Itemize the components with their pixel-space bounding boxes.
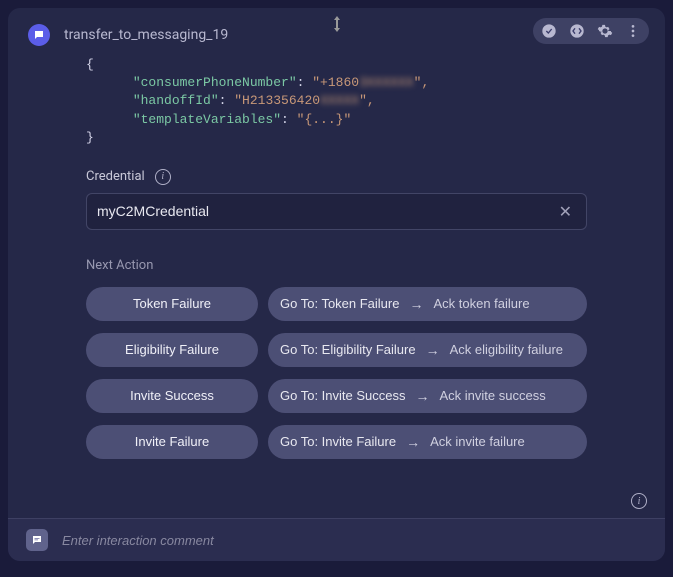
action-goto-button[interactable]: Go To: Invite Failure → Ack invite failu… — [268, 425, 587, 459]
action-name-button[interactable]: Eligibility Failure — [86, 333, 258, 367]
credential-input-wrap: ✕ — [86, 193, 587, 230]
action-goto-button[interactable]: Go To: Invite Success → Ack invite succe… — [268, 379, 587, 413]
action-row-token-failure: Token Failure Go To: Token Failure → Ack… — [86, 287, 587, 321]
action-row-eligibility-failure: Eligibility Failure Go To: Eligibility F… — [86, 333, 587, 367]
action-row-invite-success: Invite Success Go To: Invite Success → A… — [86, 379, 587, 413]
action-row-invite-failure: Invite Failure Go To: Invite Failure → A… — [86, 425, 587, 459]
arrow-right-icon: → — [416, 388, 430, 404]
arrow-right-icon: → — [406, 434, 420, 450]
panel-footer — [8, 518, 665, 561]
info-icon[interactable]: i — [155, 169, 171, 185]
comment-input[interactable] — [62, 533, 647, 548]
code-key: "templateVariables" — [133, 112, 281, 127]
credential-input[interactable] — [97, 203, 555, 219]
code-brace-close: } — [86, 130, 94, 145]
panel-header: transfer_to_messaging_19 — [8, 8, 665, 56]
arrow-right-icon: → — [409, 296, 423, 312]
json-payload: { "consumerPhoneNumber": "+18603XXXXXX",… — [86, 56, 587, 147]
code-key: "consumerPhoneNumber" — [133, 75, 297, 90]
next-action-label: Next Action — [86, 258, 587, 273]
panel-info-icon[interactable]: i — [631, 493, 647, 509]
code-key: "handoffId" — [133, 93, 219, 108]
code-brace-open: { — [86, 57, 94, 72]
action-name-button[interactable]: Invite Failure — [86, 425, 258, 459]
node-panel: transfer_to_messaging_19 { "consumerPhon… — [8, 8, 665, 561]
clear-icon[interactable]: ✕ — [555, 202, 576, 221]
action-name-button[interactable]: Token Failure — [86, 287, 258, 321]
chat-icon — [28, 24, 50, 46]
credential-label: Credential i — [86, 169, 587, 185]
comment-icon — [26, 529, 48, 551]
action-goto-button[interactable]: Go To: Token Failure → Ack token failure — [268, 287, 587, 321]
node-title: transfer_to_messaging_19 — [64, 27, 228, 43]
action-goto-button[interactable]: Go To: Eligibility Failure → Ack eligibi… — [268, 333, 587, 367]
action-name-button[interactable]: Invite Success — [86, 379, 258, 413]
arrow-right-icon: → — [426, 342, 440, 358]
